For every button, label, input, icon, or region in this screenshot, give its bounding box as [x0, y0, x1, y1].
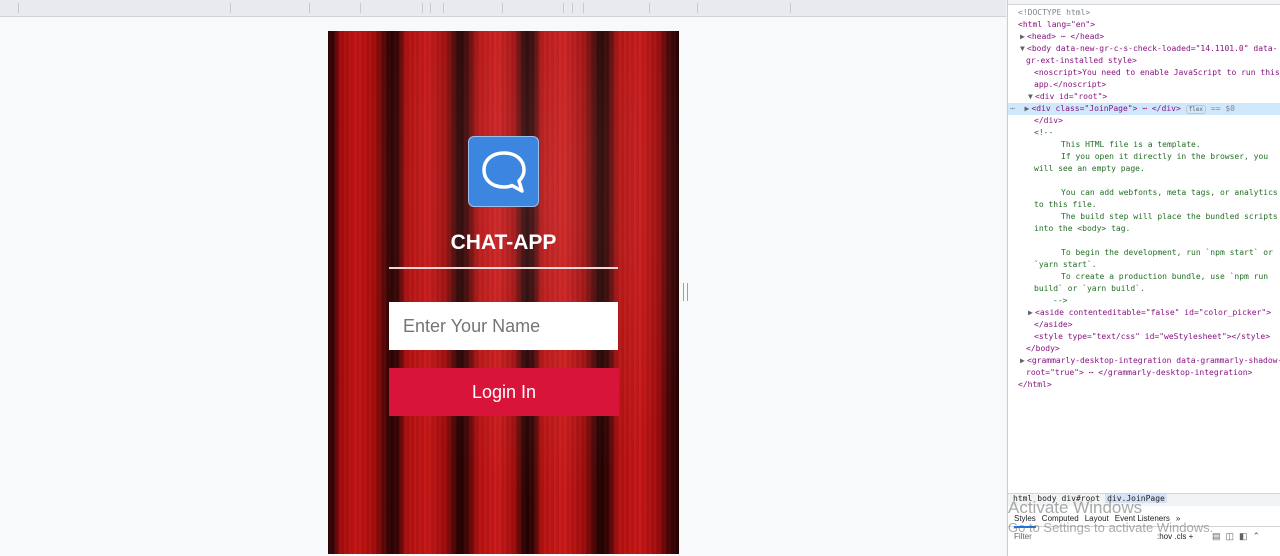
dom-line[interactable]: You can add webfonts, meta tags, or anal… [1008, 187, 1280, 199]
breadcrumb-item[interactable]: div#root [1062, 494, 1101, 503]
title-divider [389, 267, 618, 269]
dom-line[interactable]: into the <body> tag. [1008, 223, 1280, 235]
dom-line[interactable]: </html> [1008, 379, 1280, 391]
dom-line[interactable]: To create a production bundle, use `npm … [1008, 271, 1280, 283]
tab-more[interactable]: » [1176, 512, 1180, 526]
dom-line[interactable]: <head> ⋯ </head> [1027, 32, 1104, 41]
dom-line[interactable]: To begin the development, run `npm start… [1008, 247, 1280, 259]
join-page: CHAT-APP Login In [328, 31, 679, 554]
dom-line[interactable]: <!-- [1008, 127, 1280, 139]
dom-line[interactable]: --> [1008, 295, 1280, 307]
selected-dom-line[interactable]: ⋯ ▶ <div class="JoinPage"> ⋯ </div> flex … [1008, 103, 1280, 115]
breadcrumb-item-active[interactable]: div.JoinPage [1105, 494, 1167, 503]
dom-line [1008, 175, 1280, 187]
dom-line[interactable]: </body> [1008, 343, 1280, 355]
breadcrumb: html body div#root div.JoinPage [1008, 493, 1280, 506]
styles-filter-bar: Filter :hov .cls + ▤◫◧⌃ [1008, 530, 1280, 544]
dom-line[interactable]: </div> [1008, 115, 1280, 127]
dom-line[interactable]: This HTML file is a template. [1008, 139, 1280, 151]
browser-viewport: CHAT-APP Login In [0, 17, 1006, 556]
dom-line[interactable]: will see an empty page. [1008, 163, 1280, 175]
dom-line[interactable]: <grammarly-desktop-integration data-gram… [1027, 356, 1280, 365]
tab-styles[interactable]: Styles [1014, 512, 1036, 528]
dom-line[interactable]: <noscript>You need to enable JavaScript … [1008, 67, 1280, 79]
tab-event-listeners[interactable]: Event Listeners [1115, 512, 1170, 526]
app-title: CHAT-APP [450, 231, 557, 254]
devtools-panel: <!DOCTYPE html> <html lang="en"> ▶ <head>… [1007, 0, 1280, 556]
chat-bubble-icon [468, 136, 539, 207]
dom-line[interactable]: gr-ext-installed style> [1008, 55, 1280, 67]
filter-input[interactable]: Filter [1014, 532, 1032, 541]
dom-line[interactable]: <aside contenteditable="false" id="color… [1035, 308, 1271, 317]
dom-line[interactable]: root="true"> ⋯ </grammarly-desktop-integ… [1008, 367, 1280, 379]
dom-line[interactable]: build` or `yarn build`. [1008, 283, 1280, 295]
name-input[interactable] [389, 302, 618, 350]
dom-line[interactable]: <style type="text/css" id="weStylesheet"… [1008, 331, 1280, 343]
dom-line[interactable]: <!DOCTYPE html> [1008, 7, 1280, 19]
dom-line[interactable]: `yarn start`. [1008, 259, 1280, 271]
flex-badge[interactable]: flex [1185, 105, 1207, 114]
dom-line[interactable]: </aside> [1008, 319, 1280, 331]
tab-layout[interactable]: Layout [1085, 512, 1109, 526]
breadcrumb-item[interactable]: html [1013, 494, 1032, 503]
dom-line[interactable]: If you open it directly in the browser, … [1008, 151, 1280, 163]
resize-handle[interactable] [683, 283, 688, 301]
dom-line[interactable]: <body data-new-gr-c-s-check-loaded="14.1… [1027, 44, 1277, 53]
dom-line[interactable]: The build step will place the bundled sc… [1008, 211, 1280, 223]
dom-line[interactable]: <div id="root"> [1035, 92, 1107, 101]
elements-tree: <!DOCTYPE html> <html lang="en"> ▶ <head>… [1008, 5, 1280, 391]
styles-tabs: Styles Computed Layout Event Listeners » [1008, 512, 1280, 528]
device-toolbar-ruler [0, 0, 1006, 17]
dom-line[interactable]: app.</noscript> [1008, 79, 1280, 91]
dom-line[interactable]: to this file. [1008, 199, 1280, 211]
dom-line [1008, 235, 1280, 247]
dom-line[interactable]: <html lang="en"> [1008, 19, 1280, 31]
login-button[interactable]: Login In [389, 368, 619, 416]
filter-options[interactable]: :hov .cls + [1157, 532, 1193, 541]
breadcrumb-item[interactable]: body [1037, 494, 1056, 503]
style-toolbar-icons[interactable]: ▤◫◧⌃ [1212, 531, 1265, 542]
tab-computed[interactable]: Computed [1042, 512, 1079, 526]
